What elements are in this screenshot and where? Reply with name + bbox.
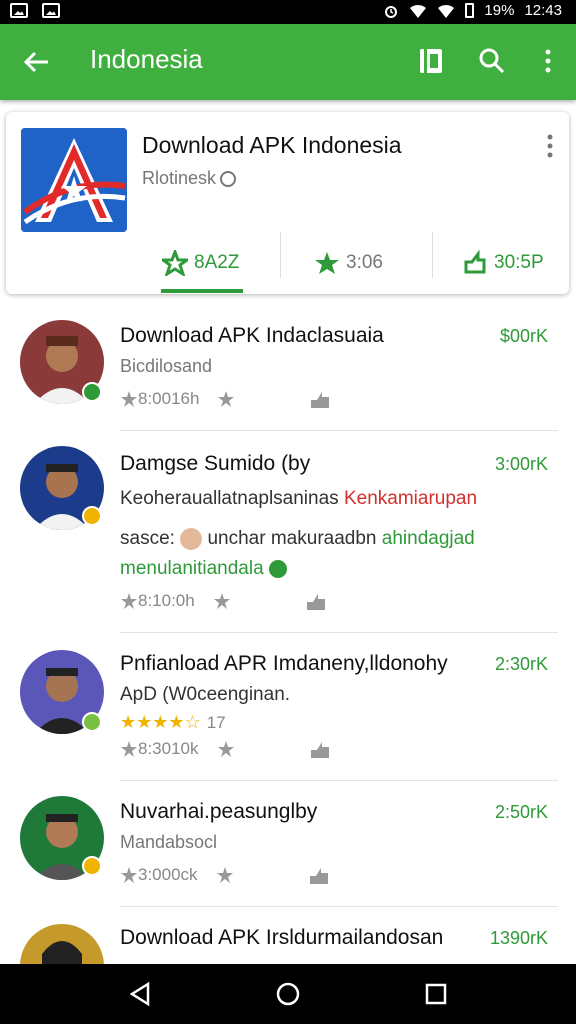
tab-stars[interactable]: 3:06 (314, 232, 383, 294)
wifi-signal-icon (438, 4, 455, 18)
item-title: Nuvarhai.peasunglby (120, 800, 318, 823)
wifi-icon (410, 4, 427, 18)
rating: ★★★★☆ 17 (120, 712, 226, 732)
item-subtitle: Mandabsocl (120, 832, 218, 852)
item-size: 2:50rK (494, 802, 548, 822)
emoji-icon (268, 559, 287, 578)
home-nav-icon[interactable] (274, 980, 302, 1008)
item-description: Keoherauallatnaplsaninas Kenkamiarupan (120, 488, 478, 509)
star-icon (315, 252, 339, 274)
favorite-star-icon[interactable] (217, 740, 235, 758)
tab-share[interactable]: 30:5P (462, 232, 544, 294)
item-subtitle: Bicdilosand (120, 356, 213, 376)
clock: 12:43 (524, 2, 562, 19)
badge-icon (82, 506, 102, 526)
badge-icon (82, 856, 102, 876)
navigation-bar (0, 964, 576, 1024)
item-description-3: menulanitiandala (120, 558, 287, 580)
favorite-star-icon[interactable] (213, 592, 231, 610)
app-bar: Indonesia (0, 24, 576, 100)
share-icon[interactable] (305, 590, 327, 612)
battery-percent: 19% (484, 2, 515, 19)
share-icon[interactable] (308, 864, 330, 886)
item-title: Download APK Indaclasuaia (120, 324, 384, 347)
item-description-2: sasce: unchar makuraadbn ahindagjad (120, 528, 475, 550)
item-meta: 8:10:0h (120, 590, 327, 612)
more-options-icon[interactable] (533, 46, 563, 76)
star-icon (121, 867, 137, 883)
item-size: $00rK (499, 326, 548, 346)
star-icon (121, 391, 137, 407)
app-developer: Rlotinesk (142, 168, 237, 189)
bookmark-icon[interactable] (416, 46, 446, 76)
back-nav-icon[interactable] (126, 980, 154, 1008)
tab-indicator (161, 289, 243, 293)
item-meta: 8:3010k (120, 738, 331, 760)
page-title: Indonesia (90, 44, 203, 74)
item-title: Damgse Sumido (by (120, 452, 311, 475)
gallery-notification-icon (10, 3, 28, 18)
card-menu-icon[interactable] (547, 134, 553, 158)
badge-icon (82, 712, 102, 732)
battery-icon (465, 3, 475, 18)
item-meta: 3:000ck (120, 864, 330, 886)
share-icon[interactable] (309, 738, 331, 760)
app-logo-icon (21, 128, 127, 232)
share-icon (464, 250, 486, 274)
favorite-star-icon[interactable] (216, 866, 234, 884)
verified-badge-icon (82, 382, 102, 402)
share-icon[interactable] (309, 388, 331, 410)
globe-icon (220, 171, 237, 188)
star-icon (121, 741, 137, 757)
tab-rating[interactable]: 8A2Z (162, 232, 239, 294)
item-size: 1390rK (489, 928, 548, 948)
alarm-icon (385, 5, 398, 18)
photo-notification-icon (42, 3, 60, 18)
app-title: Download APK Indonesia (142, 132, 402, 158)
item-subtitle: ApD (W0ceenginan. (120, 684, 291, 705)
app-card[interactable]: Download APK Indonesia Rlotinesk 8A2Z 3:… (6, 112, 569, 294)
star-icon (121, 593, 137, 609)
back-arrow-icon[interactable] (20, 46, 52, 78)
recents-nav-icon[interactable] (422, 980, 450, 1008)
emoji-icon (180, 528, 203, 550)
rating-stars-icon: ★★★★☆ (120, 712, 201, 732)
item-title: Download APK Irsldurmailandosan (120, 926, 444, 949)
item-meta: 8:0016h (120, 388, 331, 410)
item-size: 3:00rK (494, 454, 548, 474)
item-size: 2:30rK (494, 654, 548, 674)
status-bar: 19% 12:43 (0, 0, 576, 24)
favorite-star-icon[interactable] (217, 390, 235, 408)
search-icon[interactable] (477, 46, 507, 76)
item-title: Pnfianload APR Imdaneny,lldonohy (120, 652, 448, 675)
star-outline-icon (162, 250, 188, 276)
